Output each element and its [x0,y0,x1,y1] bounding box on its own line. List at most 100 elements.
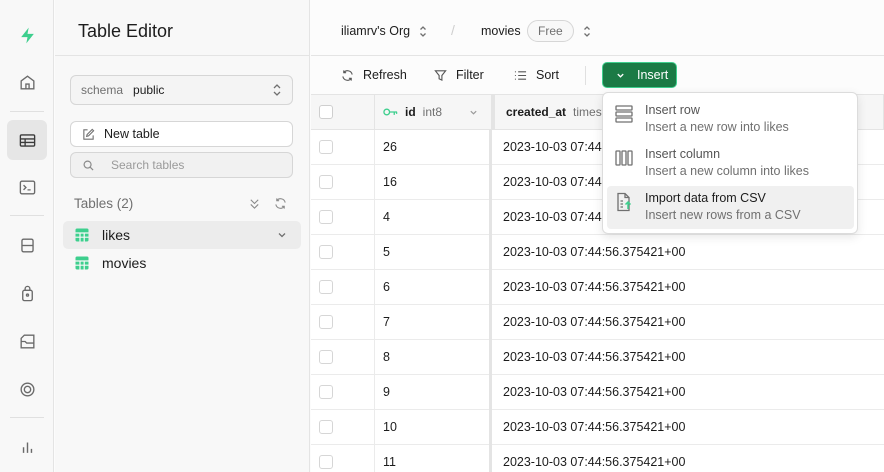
menu-item-insert-row[interactable]: Insert row Insert a new row into likes [607,98,854,141]
cell-created-at[interactable]: 2023-10-03 07:44:56.375421+00 [492,305,884,340]
insert-button[interactable]: Insert [602,62,677,88]
sort-icon [514,70,527,80]
plan-badge: Free [527,20,574,42]
row-checkbox[interactable] [319,420,333,434]
grid-toolbar: Refresh Filter Sort Insert [311,56,884,95]
row-checkbox[interactable] [319,350,333,364]
chevron-up-down-icon[interactable] [583,25,591,38]
row-checkbox[interactable] [319,315,333,329]
row-checkbox[interactable] [319,280,333,294]
chevron-up-down-icon [273,84,281,96]
new-table-button[interactable]: New table [70,121,293,147]
cell-id[interactable]: 8 [375,340,492,375]
realtime-icon[interactable] [7,369,47,409]
table-name: movies [102,255,147,271]
cell-id[interactable]: 5 [375,235,492,270]
row-checkbox[interactable] [319,140,333,154]
breadcrumb-org[interactable]: iliamrv's Org [341,24,410,38]
rail-divider [10,417,44,418]
table-row[interactable]: 10 2023-10-03 07:44:56.375421+00 [311,410,884,445]
cell-id[interactable]: 16 [375,165,492,200]
cell-created-at[interactable]: 2023-10-03 07:44:56.375421+00 [492,235,884,270]
table-row[interactable]: 11 2023-10-03 07:44:56.375421+00 [311,445,884,472]
cell-created-at[interactable]: 2023-10-03 07:44:56.375421+00 [492,340,884,375]
chevron-up-down-icon[interactable] [419,25,427,38]
reports-icon[interactable] [7,426,47,466]
sidebar-divider [55,55,310,56]
auth-icon[interactable] [7,273,47,313]
database-icon[interactable] [7,225,47,265]
top-bar: iliamrv's Org / movies Free [311,0,884,56]
collapse-all-icon[interactable] [248,197,261,210]
table-row[interactable]: 5 2023-10-03 07:44:56.375421+00 [311,235,884,270]
refresh-label: Refresh [363,68,407,82]
select-all-header[interactable] [311,95,375,130]
supabase-logo[interactable] [7,15,47,55]
cell-created-at[interactable]: 2023-10-03 07:44:56.375421+00 [492,445,884,472]
cell-id[interactable]: 4 [375,200,492,235]
cell-created-at[interactable]: 2023-10-03 07:44:56.375421+00 [492,375,884,410]
table-row[interactable]: 6 2023-10-03 07:44:56.375421+00 [311,270,884,305]
sort-button[interactable]: Sort [514,68,559,82]
menu-item-title: Insert column [645,147,721,161]
new-table-label: New table [104,127,160,141]
sidebar-table-movies[interactable]: movies [63,249,301,277]
column-name: created_at [506,105,567,119]
row-checkbox[interactable] [319,245,333,259]
row-checkbox[interactable] [319,385,333,399]
filter-button[interactable]: Filter [434,68,484,82]
refresh-icon [342,69,353,81]
column-name: id [405,105,416,119]
filter-icon [434,69,447,81]
cell-id[interactable]: 11 [375,445,492,472]
sidebar-title: Table Editor [78,21,174,41]
table-row[interactable]: 7 2023-10-03 07:44:56.375421+00 [311,305,884,340]
cell-id[interactable]: 7 [375,305,492,340]
search-placeholder: Search tables [111,158,185,172]
chevron-down-icon [617,73,624,78]
search-tables-input[interactable]: Search tables [70,152,293,178]
row-checkbox[interactable] [319,210,333,224]
refresh-tables-icon[interactable] [274,197,287,210]
select-all-checkbox[interactable] [319,105,333,119]
chevron-down-icon[interactable] [469,108,478,117]
storage-icon[interactable] [7,321,47,361]
chevron-down-icon[interactable] [277,230,287,240]
column-header-id[interactable]: id int8 [375,95,492,130]
sidebar-table-likes[interactable]: likes [63,221,301,249]
cell-created-at[interactable]: 2023-10-03 07:44:56.375421+00 [492,410,884,445]
sql-editor-icon[interactable] [7,167,47,207]
insert-column-icon [615,150,633,166]
cell-id[interactable]: 6 [375,270,492,305]
table-editor-icon[interactable] [7,120,47,160]
cell-id[interactable]: 10 [375,410,492,445]
sort-label: Sort [536,68,559,82]
schema-label: schema [81,83,124,97]
breadcrumb-project[interactable]: movies [481,24,521,38]
rail-divider [10,111,44,112]
tables-heading: Tables (2) [74,196,134,211]
home-icon[interactable] [7,62,47,102]
schema-selector[interactable]: schema public [70,75,293,105]
icon-rail [0,0,54,472]
menu-item-import-csv[interactable]: Import data from CSV Insert new rows fro… [607,186,854,229]
table-icon [75,256,89,270]
column-type: int8 [422,105,443,119]
menu-item-insert-column[interactable]: Insert column Insert a new column into l… [607,142,854,185]
row-checkbox[interactable] [319,455,333,469]
table-name: likes [102,227,131,243]
cell-created-at[interactable]: 2023-10-03 07:44:56.375421+00 [492,270,884,305]
table-row[interactable]: 8 2023-10-03 07:44:56.375421+00 [311,340,884,375]
edit-icon [83,128,95,140]
row-checkbox[interactable] [319,175,333,189]
menu-item-description: Insert new rows from a CSV [645,208,801,222]
cell-id[interactable]: 26 [375,130,492,165]
table-row[interactable]: 9 2023-10-03 07:44:56.375421+00 [311,375,884,410]
refresh-button[interactable]: Refresh [341,68,407,82]
cell-id[interactable]: 9 [375,375,492,410]
menu-item-title: Insert row [645,103,700,117]
table-editor-sidebar: Table Editor schema public New table Sea… [55,0,310,472]
filter-label: Filter [456,68,484,82]
primary-key-icon [383,108,398,116]
insert-label: Insert [637,68,669,82]
